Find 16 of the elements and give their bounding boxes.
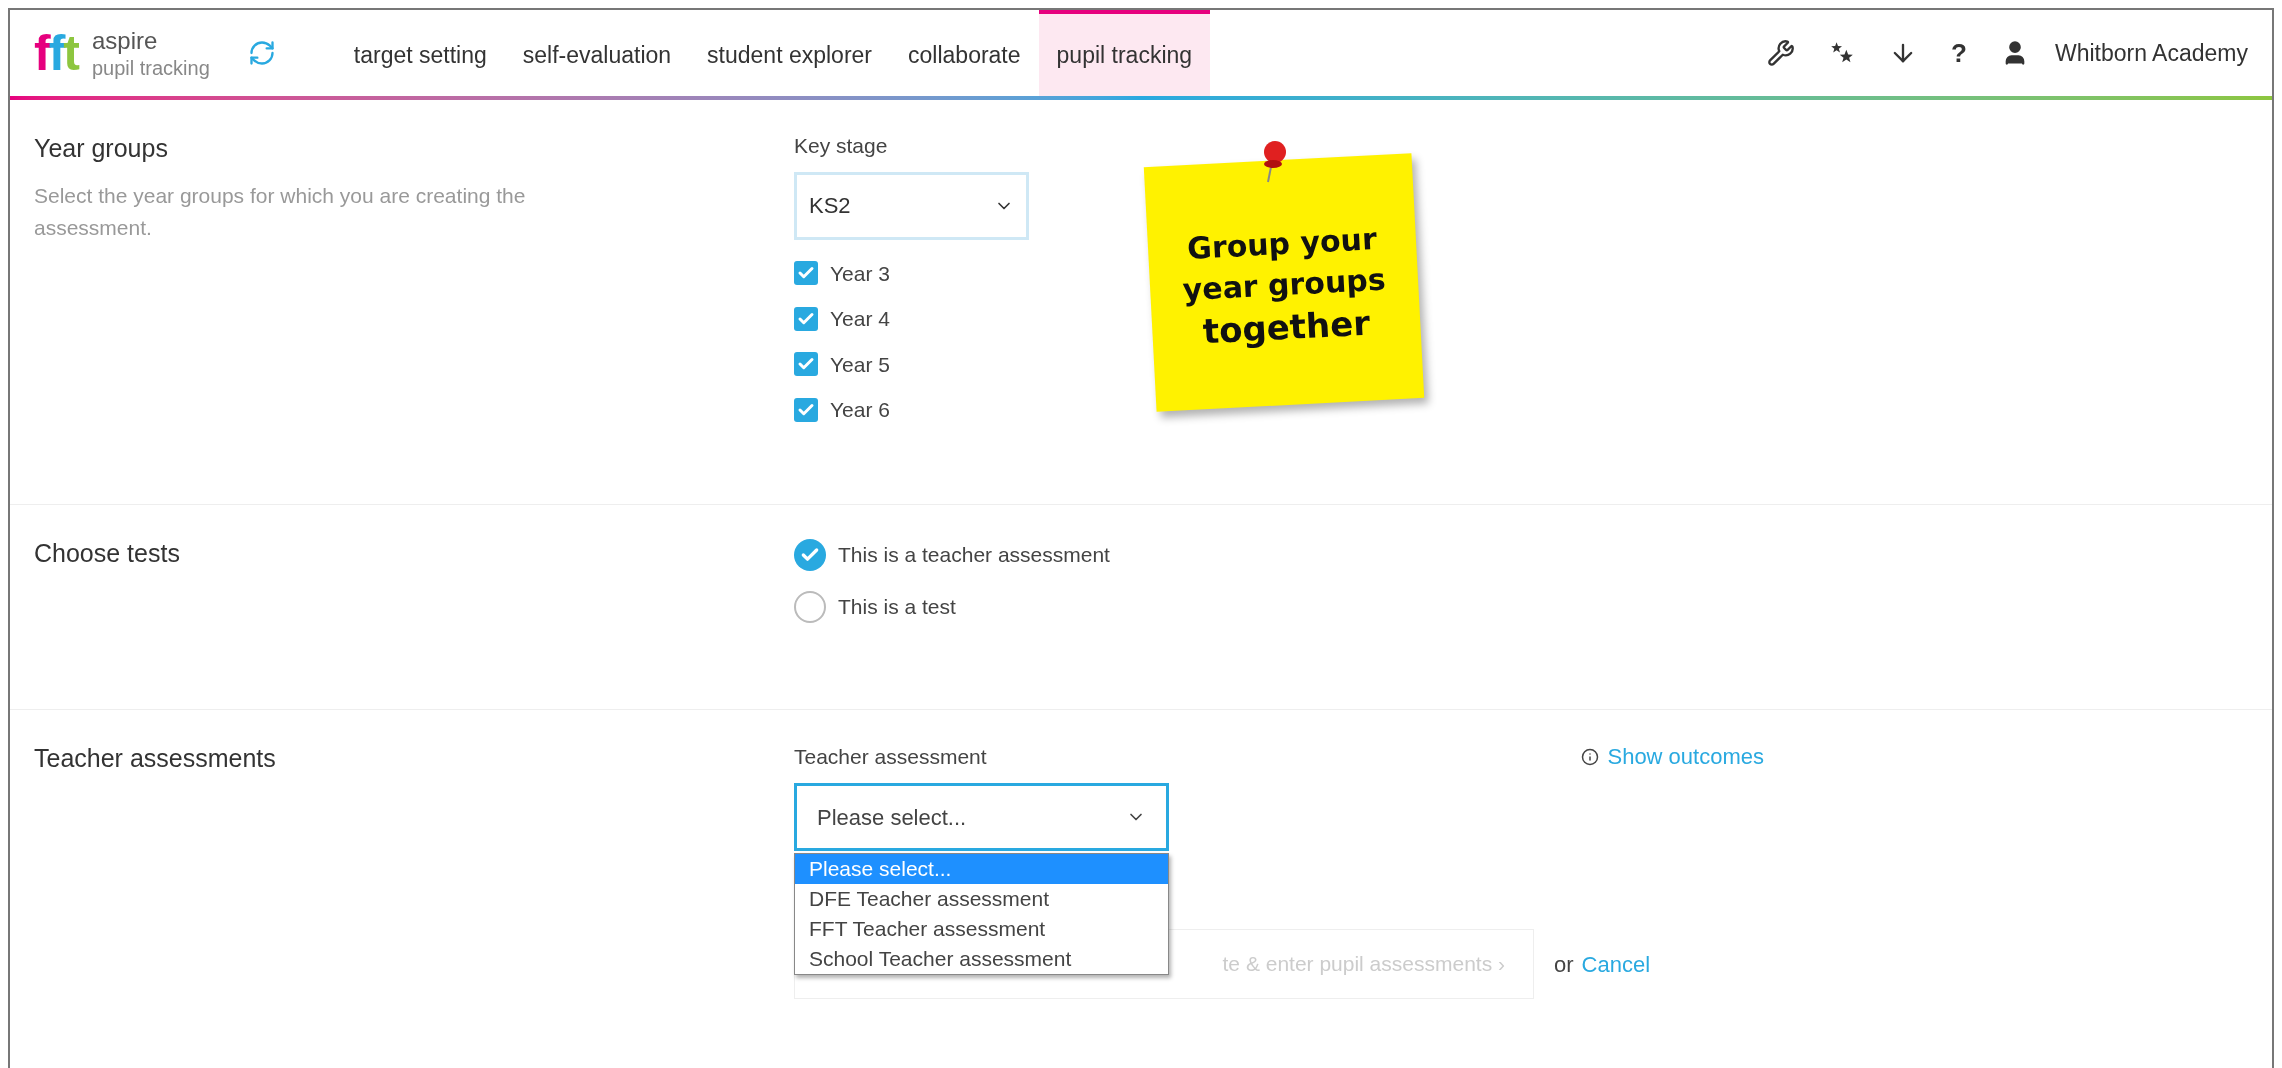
logo-mark: fft <box>34 28 78 78</box>
section-title: Choose tests <box>34 538 181 569</box>
field-label: Teacher assessment <box>794 743 987 770</box>
or-text: or <box>1554 950 1574 979</box>
section-title: Year groups <box>34 133 169 164</box>
checkbox-label: Year 3 <box>830 260 890 287</box>
section-description: Select the year groups for which you are creating the assessment. <box>34 182 527 242</box>
checkbox-label: Year 4 <box>830 306 890 332</box>
section-title: Teacher assessments <box>34 743 277 774</box>
checkbox-label: Year 5 <box>830 351 890 378</box>
radio-label: This is a teacher assessment <box>838 542 1110 569</box>
field-label: Key stage <box>794 133 889 159</box>
radio-label: This is a test <box>838 594 956 621</box>
checkbox-label: Year 6 <box>830 397 890 423</box>
logo-product: pupil tracking <box>91 55 210 81</box>
logo-name: aspire <box>91 25 159 56</box>
